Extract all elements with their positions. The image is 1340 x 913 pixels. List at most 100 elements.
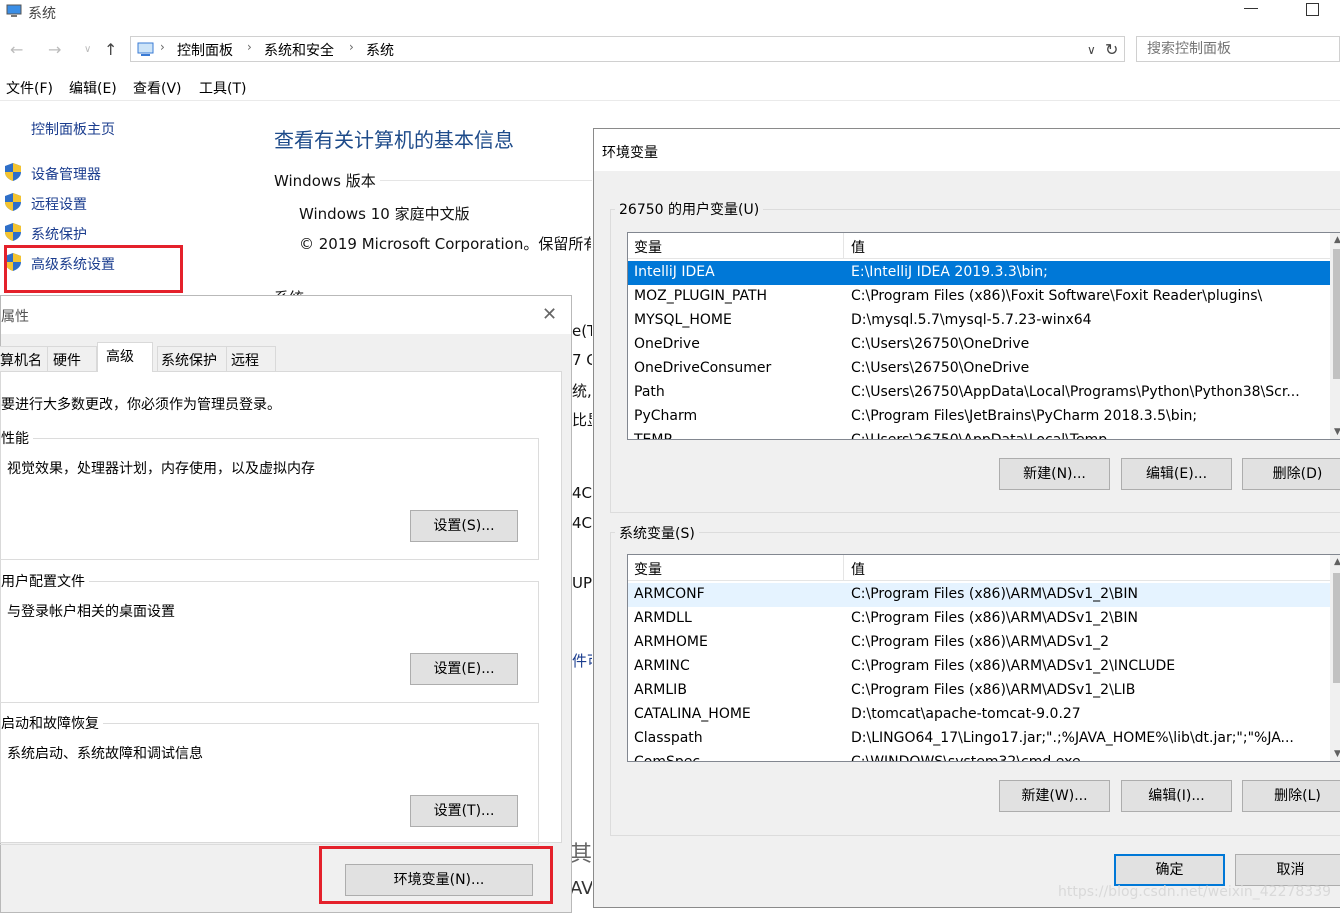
table-row[interactable]: ARMDLL C:\Program Files (x86)\ARM\ADSv1_2… [628, 607, 1332, 631]
env-dialog-title: 环境变量 [602, 145, 658, 161]
environment-variables-dialog: 环境变量 26750 的用户变量(U) 变量 值 IntelliJ IDEA E:… [593, 128, 1340, 908]
table-row[interactable]: PyCharm C:\Program Files\JetBrains\PyChar… [628, 405, 1332, 429]
shield-icon [5, 193, 21, 211]
user-profiles-label: 用户配置文件 [1, 571, 89, 591]
table-row[interactable]: MYSQL_HOME D:\mysql.5.7\mysql-5.7.23-winx… [628, 309, 1332, 333]
search-box[interactable] [1136, 36, 1340, 62]
col-header-name[interactable]: 变量 [634, 559, 662, 579]
user-variables-list[interactable]: 变量 值 IntelliJ IDEA E:\IntelliJ IDEA 2019.… [627, 232, 1340, 440]
scroll-up-icon[interactable]: ▲ [1334, 557, 1340, 567]
system-edit-button[interactable]: 编辑(I)... [1121, 780, 1232, 812]
scroll-down-icon[interactable]: ▼ [1334, 427, 1340, 437]
breadcrumb-system-security[interactable]: 系统和安全 [264, 40, 334, 60]
nav-device-manager[interactable]: 设备管理器 [31, 164, 101, 184]
nav-control-panel-home[interactable]: 控制面板主页 [31, 119, 115, 139]
col-header-name[interactable]: 变量 [634, 237, 662, 257]
breadcrumb-control-panel[interactable]: 控制面板 [177, 40, 233, 60]
user-profiles-description: 与登录帐户相关的桌面设置 [7, 604, 175, 620]
system-new-button[interactable]: 新建(W)... [999, 780, 1110, 812]
tab-advanced[interactable]: 高级 [97, 342, 153, 372]
system-window-titlebar: 系统 [0, 0, 1340, 28]
table-row[interactable]: TEMP C:\Users\26750\AppData\Local\Temp [628, 429, 1332, 439]
page-title: 查看有关计算机的基本信息 [274, 128, 514, 152]
table-row[interactable]: Classpath D:\LINGO64_17\Lingo17.jar;".;%J… [628, 727, 1332, 751]
performance-label: 性能 [1, 428, 33, 448]
windows-edition-heading: Windows 版本 [274, 172, 376, 190]
table-row[interactable]: ARMINC C:\Program Files (x86)\ARM\ADSv1_2… [628, 655, 1332, 679]
minimize-button[interactable] [1244, 8, 1258, 9]
shield-icon [5, 223, 21, 241]
refresh-icon[interactable]: ↻ [1105, 40, 1118, 59]
table-row[interactable]: ComSpec C:\WINDOWS\system32\cmd.exe [628, 751, 1332, 761]
cancel-button[interactable]: 取消 [1235, 854, 1340, 886]
startup-recovery-settings-button[interactable]: 设置(T)... [410, 795, 518, 827]
advanced-tab-panel: 要进行大多数更改，你必须作为管理员登录。 性能 视觉效果，处理器计划，内存使用，… [0, 371, 562, 845]
system-window-title: 系统 [28, 6, 56, 22]
maximize-button[interactable] [1306, 3, 1319, 16]
address-box[interactable]: › 控制面板 › 系统和安全 › 系统 [130, 36, 1125, 62]
control-panel-icon [137, 41, 155, 57]
system-delete-button[interactable]: 删除(L) [1242, 780, 1340, 812]
computer-icon [6, 4, 22, 18]
system-list-scrollbar[interactable]: ▲ ▼ [1330, 555, 1340, 761]
table-row[interactable]: ARMLIB C:\Program Files (x86)\ARM\ADSv1_2… [628, 679, 1332, 703]
search-input[interactable] [1145, 40, 1339, 58]
system-heading: 系统 [274, 287, 314, 295]
user-list-scrollbar[interactable]: ▲ ▼ [1330, 233, 1340, 439]
table-row[interactable]: ARMCONF C:\Program Files (x86)\ARM\ADSv1_… [628, 583, 1332, 607]
table-row[interactable]: OneDrive C:\Users\26750\OneDrive [628, 333, 1332, 357]
copyright-text: © 2019 Microsoft Corporation。保留所有 [299, 235, 591, 253]
nav-system-protection[interactable]: 系统保护 [31, 224, 87, 244]
admin-notice: 要进行大多数更改，你必须作为管理员登录。 [1, 397, 281, 413]
tab-computer-name[interactable]: 算机名 [0, 346, 49, 371]
shield-icon [5, 163, 21, 181]
system-properties-dialog: 属性 ✕ 算机名 硬件 系统保护 远程 要进行大多数更改，你必须作为管理员登录。… [0, 295, 572, 913]
col-header-value[interactable]: 值 [851, 559, 865, 579]
address-dropdown-icon[interactable]: ∨ [1087, 43, 1096, 57]
table-row[interactable]: CATALINA_HOME D:\tomcat\apache-tomcat-9.0… [628, 703, 1332, 727]
properties-dialog-title: 属性 [1, 309, 29, 325]
performance-settings-button[interactable]: 设置(S)... [410, 510, 518, 542]
list-header: 变量 值 [628, 233, 1340, 259]
tab-hardware[interactable]: 硬件 [47, 346, 97, 371]
menu-edit[interactable]: 编辑(E) [69, 78, 117, 98]
table-row[interactable]: IntelliJ IDEA E:\IntelliJ IDEA 2019.3.3\b… [628, 261, 1332, 285]
recent-dropdown-icon[interactable]: ∨ [84, 44, 91, 55]
close-icon[interactable]: ✕ [542, 304, 557, 325]
menu-tools[interactable]: 工具(T) [199, 78, 246, 98]
startup-recovery-label: 启动和故障恢复 [1, 713, 103, 733]
tab-remote[interactable]: 远程 [226, 346, 276, 371]
user-profiles-settings-button[interactable]: 设置(E)... [410, 653, 518, 685]
menu-file[interactable]: 文件(F) [6, 78, 53, 98]
col-header-value[interactable]: 值 [851, 237, 865, 257]
scroll-down-icon[interactable]: ▼ [1334, 749, 1340, 759]
scroll-up-icon[interactable]: ▲ [1334, 235, 1340, 245]
user-delete-button[interactable]: 删除(D) [1242, 458, 1340, 490]
watermark: https://blog.csdn.net/weixin_42278339 [1058, 884, 1332, 900]
table-row[interactable]: OneDriveConsumer C:\Users\26750\OneDrive [628, 357, 1332, 381]
highlight-box-advanced-settings [4, 245, 183, 293]
system-variables-list[interactable]: 变量 值 ARMCONF C:\Program Files (x86)\ARM\A… [627, 554, 1340, 762]
menu-bar: 文件(F) 编辑(E) 查看(V) 工具(T) [0, 74, 1340, 101]
windows-edition: Windows 10 家庭中文版 [299, 205, 470, 223]
user-variables-label: 26750 的用户变量(U) [615, 199, 764, 219]
user-edit-button[interactable]: 编辑(E)... [1121, 458, 1232, 490]
tab-system-protection[interactable]: 系统保护 [157, 346, 227, 371]
back-arrow-icon[interactable]: ← [10, 40, 23, 59]
menu-view[interactable]: 查看(V) [133, 78, 182, 98]
nav-remote-settings[interactable]: 远程设置 [31, 194, 87, 214]
address-bar-row: ← → ∨ ↑ › 控制面板 › 系统和安全 › 系统 ∨ ↻ [0, 34, 1340, 66]
table-row[interactable]: MOZ_PLUGIN_PATH C:\Program Files (x86)\Fo… [628, 285, 1332, 309]
table-row[interactable]: Path C:\Users\26750\AppData\Local\Program… [628, 381, 1332, 405]
breadcrumb-system[interactable]: 系统 [366, 40, 394, 60]
highlight-box-env-button [319, 846, 553, 904]
forward-arrow-icon[interactable]: → [48, 40, 61, 59]
table-row[interactable]: ARMHOME C:\Program Files (x86)\ARM\ADSv1_… [628, 631, 1332, 655]
user-new-button[interactable]: 新建(N)... [999, 458, 1110, 490]
startup-recovery-description: 系统启动、系统故障和调试信息 [7, 746, 203, 762]
up-arrow-icon[interactable]: ↑ [104, 40, 117, 59]
performance-description: 视觉效果，处理器计划，内存使用，以及虚拟内存 [7, 461, 315, 477]
system-variables-label: 系统变量(S) [615, 523, 699, 543]
ok-button[interactable]: 确定 [1114, 854, 1225, 886]
env-dialog-titlebar: 环境变量 [594, 129, 1340, 171]
